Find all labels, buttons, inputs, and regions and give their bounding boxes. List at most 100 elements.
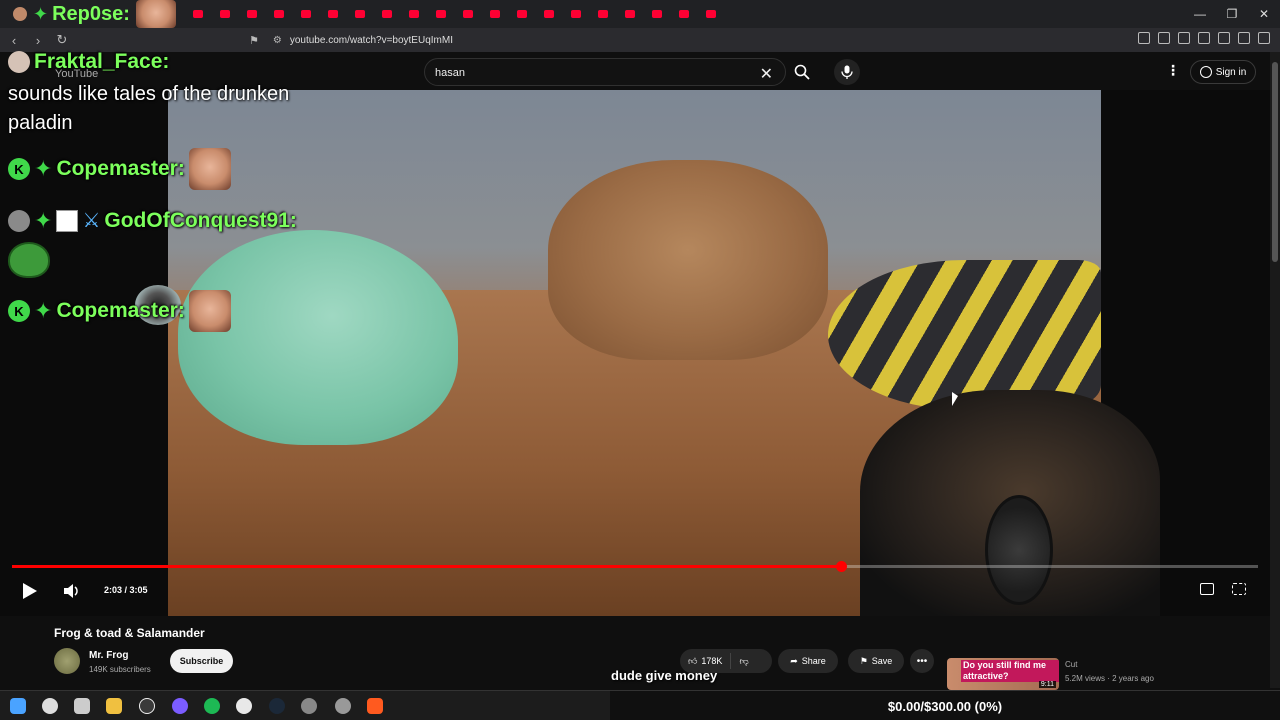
sign-in-button[interactable]: Sign in bbox=[1190, 60, 1256, 84]
share-button[interactable]: ➦ Share bbox=[778, 649, 838, 673]
fullscreen-icon[interactable] bbox=[1232, 583, 1246, 595]
more-options-icon[interactable]: ⋮ bbox=[1166, 62, 1180, 79]
chat-username: Copemaster: bbox=[56, 299, 185, 322]
thumbs-down-icon: 👎︎ bbox=[739, 655, 749, 666]
discord-icon[interactable] bbox=[172, 698, 188, 714]
browser-tab-icon[interactable] bbox=[435, 10, 446, 18]
microphone-icon[interactable] bbox=[834, 59, 860, 85]
browser-tab-icon[interactable] bbox=[651, 10, 662, 18]
progress-scrubber[interactable] bbox=[835, 561, 847, 572]
media-icon[interactable] bbox=[1178, 32, 1190, 44]
address-bar[interactable]: ⚑ ⚙ youtube.com/watch?v=boytEUqImMI bbox=[245, 30, 990, 50]
sword-icon: ⚔ bbox=[82, 210, 101, 232]
sub-badge-icon: ✦ bbox=[34, 207, 53, 233]
sign-in-label: Sign in bbox=[1215, 66, 1247, 78]
dislike-button[interactable]: 👎︎ bbox=[731, 656, 756, 667]
wallet-icon[interactable] bbox=[1218, 32, 1230, 44]
browser-tab-icon[interactable] bbox=[462, 10, 473, 18]
recommended-channel[interactable]: Cut bbox=[1065, 660, 1077, 669]
face-emote-icon bbox=[135, 0, 176, 28]
channel-avatar[interactable] bbox=[54, 648, 80, 674]
steam-icon[interactable] bbox=[269, 698, 285, 714]
miniplayer-icon[interactable] bbox=[1200, 583, 1214, 595]
bookmark-icon[interactable]: ⚑ bbox=[249, 34, 259, 47]
chrome-icon[interactable] bbox=[236, 698, 252, 714]
browser-tab-icon[interactable] bbox=[246, 10, 257, 18]
browser-tab-icon[interactable] bbox=[516, 10, 527, 18]
progress-bar[interactable] bbox=[12, 561, 1258, 572]
video-info: Frog & toad & Salamander Mr. Frog 149K s… bbox=[0, 616, 1270, 690]
browser-tab-icon[interactable] bbox=[300, 10, 311, 18]
save-label: Save bbox=[871, 656, 893, 666]
mouse-cursor-icon bbox=[952, 392, 958, 406]
forward-icon[interactable]: › bbox=[28, 30, 48, 50]
search-icon[interactable] bbox=[786, 58, 818, 86]
app-icon[interactable] bbox=[335, 698, 351, 714]
site-info-icon[interactable]: ⚙ bbox=[273, 35, 282, 46]
browser-tab-icon[interactable] bbox=[624, 10, 635, 18]
sub-badge-icon: ✦ bbox=[34, 298, 53, 323]
browser-tab-icon[interactable] bbox=[705, 10, 716, 18]
clear-search-icon[interactable]: ✕ bbox=[760, 64, 773, 84]
extension-icons bbox=[1138, 32, 1270, 44]
volume-icon[interactable] bbox=[60, 579, 84, 603]
windows-taskbar: $0.00/$300.00 (0%) bbox=[0, 690, 1280, 720]
browser-tab-icon[interactable] bbox=[327, 10, 338, 18]
share-label: Share bbox=[801, 656, 826, 666]
browser-tab-icon[interactable] bbox=[678, 10, 689, 18]
extension-icon[interactable] bbox=[1138, 32, 1150, 44]
file-explorer-icon[interactable] bbox=[106, 698, 122, 714]
reload-icon[interactable]: ↻ bbox=[52, 30, 72, 50]
maximize-button[interactable]: ❐ bbox=[1216, 0, 1248, 28]
browser-tab-strip: ✦ Rep0se: — ❐ ✕ bbox=[0, 0, 1280, 28]
save-button[interactable]: ⚑ Save bbox=[848, 649, 904, 673]
extension-icon[interactable] bbox=[1158, 32, 1170, 44]
task-view-icon[interactable] bbox=[74, 698, 90, 714]
browser-tab-icon[interactable] bbox=[543, 10, 554, 18]
brave-icon[interactable] bbox=[367, 698, 383, 714]
browser-tab-icon[interactable] bbox=[570, 10, 581, 18]
sidebar-icon[interactable] bbox=[1198, 32, 1210, 44]
minimize-button[interactable]: — bbox=[1184, 0, 1216, 28]
badge-icon: ✦ bbox=[33, 3, 49, 24]
salamander-image bbox=[828, 260, 1101, 410]
back-icon[interactable]: ‹ bbox=[4, 30, 24, 50]
subscribe-button[interactable]: Subscribe bbox=[170, 649, 233, 673]
channel-name[interactable]: Mr. Frog bbox=[89, 650, 128, 661]
browser-tab-icon[interactable] bbox=[489, 10, 500, 18]
browser-tab-icon[interactable] bbox=[192, 10, 203, 18]
close-window-button[interactable]: ✕ bbox=[1248, 0, 1280, 28]
page-scrollbar[interactable] bbox=[1270, 52, 1280, 688]
chat-avatar-rep0se bbox=[13, 7, 27, 21]
play-icon[interactable] bbox=[18, 579, 42, 603]
app-icon[interactable] bbox=[301, 698, 317, 714]
chat-username: Fraktal_Face: bbox=[34, 50, 170, 73]
browser-tab-icon[interactable] bbox=[273, 10, 284, 18]
vpn-icon[interactable] bbox=[1238, 32, 1250, 44]
chat-avatar bbox=[8, 51, 30, 73]
scroll-thumb[interactable] bbox=[1272, 62, 1278, 262]
search-input[interactable]: hasan ✕ bbox=[424, 58, 786, 86]
browser-tab-icon[interactable] bbox=[219, 10, 230, 18]
recommended-thumbnail[interactable]: Do you still find me attractive? 9:11 bbox=[947, 658, 1059, 690]
donation-goal: $0.00/$300.00 (0%) bbox=[610, 691, 1280, 720]
like-button[interactable]: 👍︎ 178K bbox=[680, 653, 732, 669]
more-actions-icon[interactable]: ••• bbox=[910, 649, 934, 673]
obs-icon[interactable] bbox=[139, 698, 155, 714]
like-count: 178K bbox=[701, 656, 723, 666]
browser-tab-icon[interactable] bbox=[354, 10, 365, 18]
menu-icon[interactable] bbox=[1258, 32, 1270, 44]
browser-tab-icon[interactable] bbox=[408, 10, 419, 18]
chat-avatar bbox=[8, 209, 30, 232]
broken-image-icon bbox=[56, 209, 79, 232]
browser-tab-icon[interactable] bbox=[381, 10, 392, 18]
kick-badge-icon: K bbox=[8, 158, 30, 180]
browser-tab-icon[interactable] bbox=[597, 10, 608, 18]
account-icon bbox=[1199, 66, 1212, 78]
start-icon[interactable] bbox=[10, 698, 26, 714]
search-icon[interactable] bbox=[42, 698, 58, 714]
browser-toolbar: ‹ › ↻ ⚑ ⚙ youtube.com/watch?v=boytEUqImM… bbox=[0, 28, 1280, 52]
save-icon: ⚑ bbox=[859, 655, 868, 666]
spotify-icon[interactable] bbox=[204, 698, 220, 714]
progress-fill bbox=[12, 565, 841, 568]
